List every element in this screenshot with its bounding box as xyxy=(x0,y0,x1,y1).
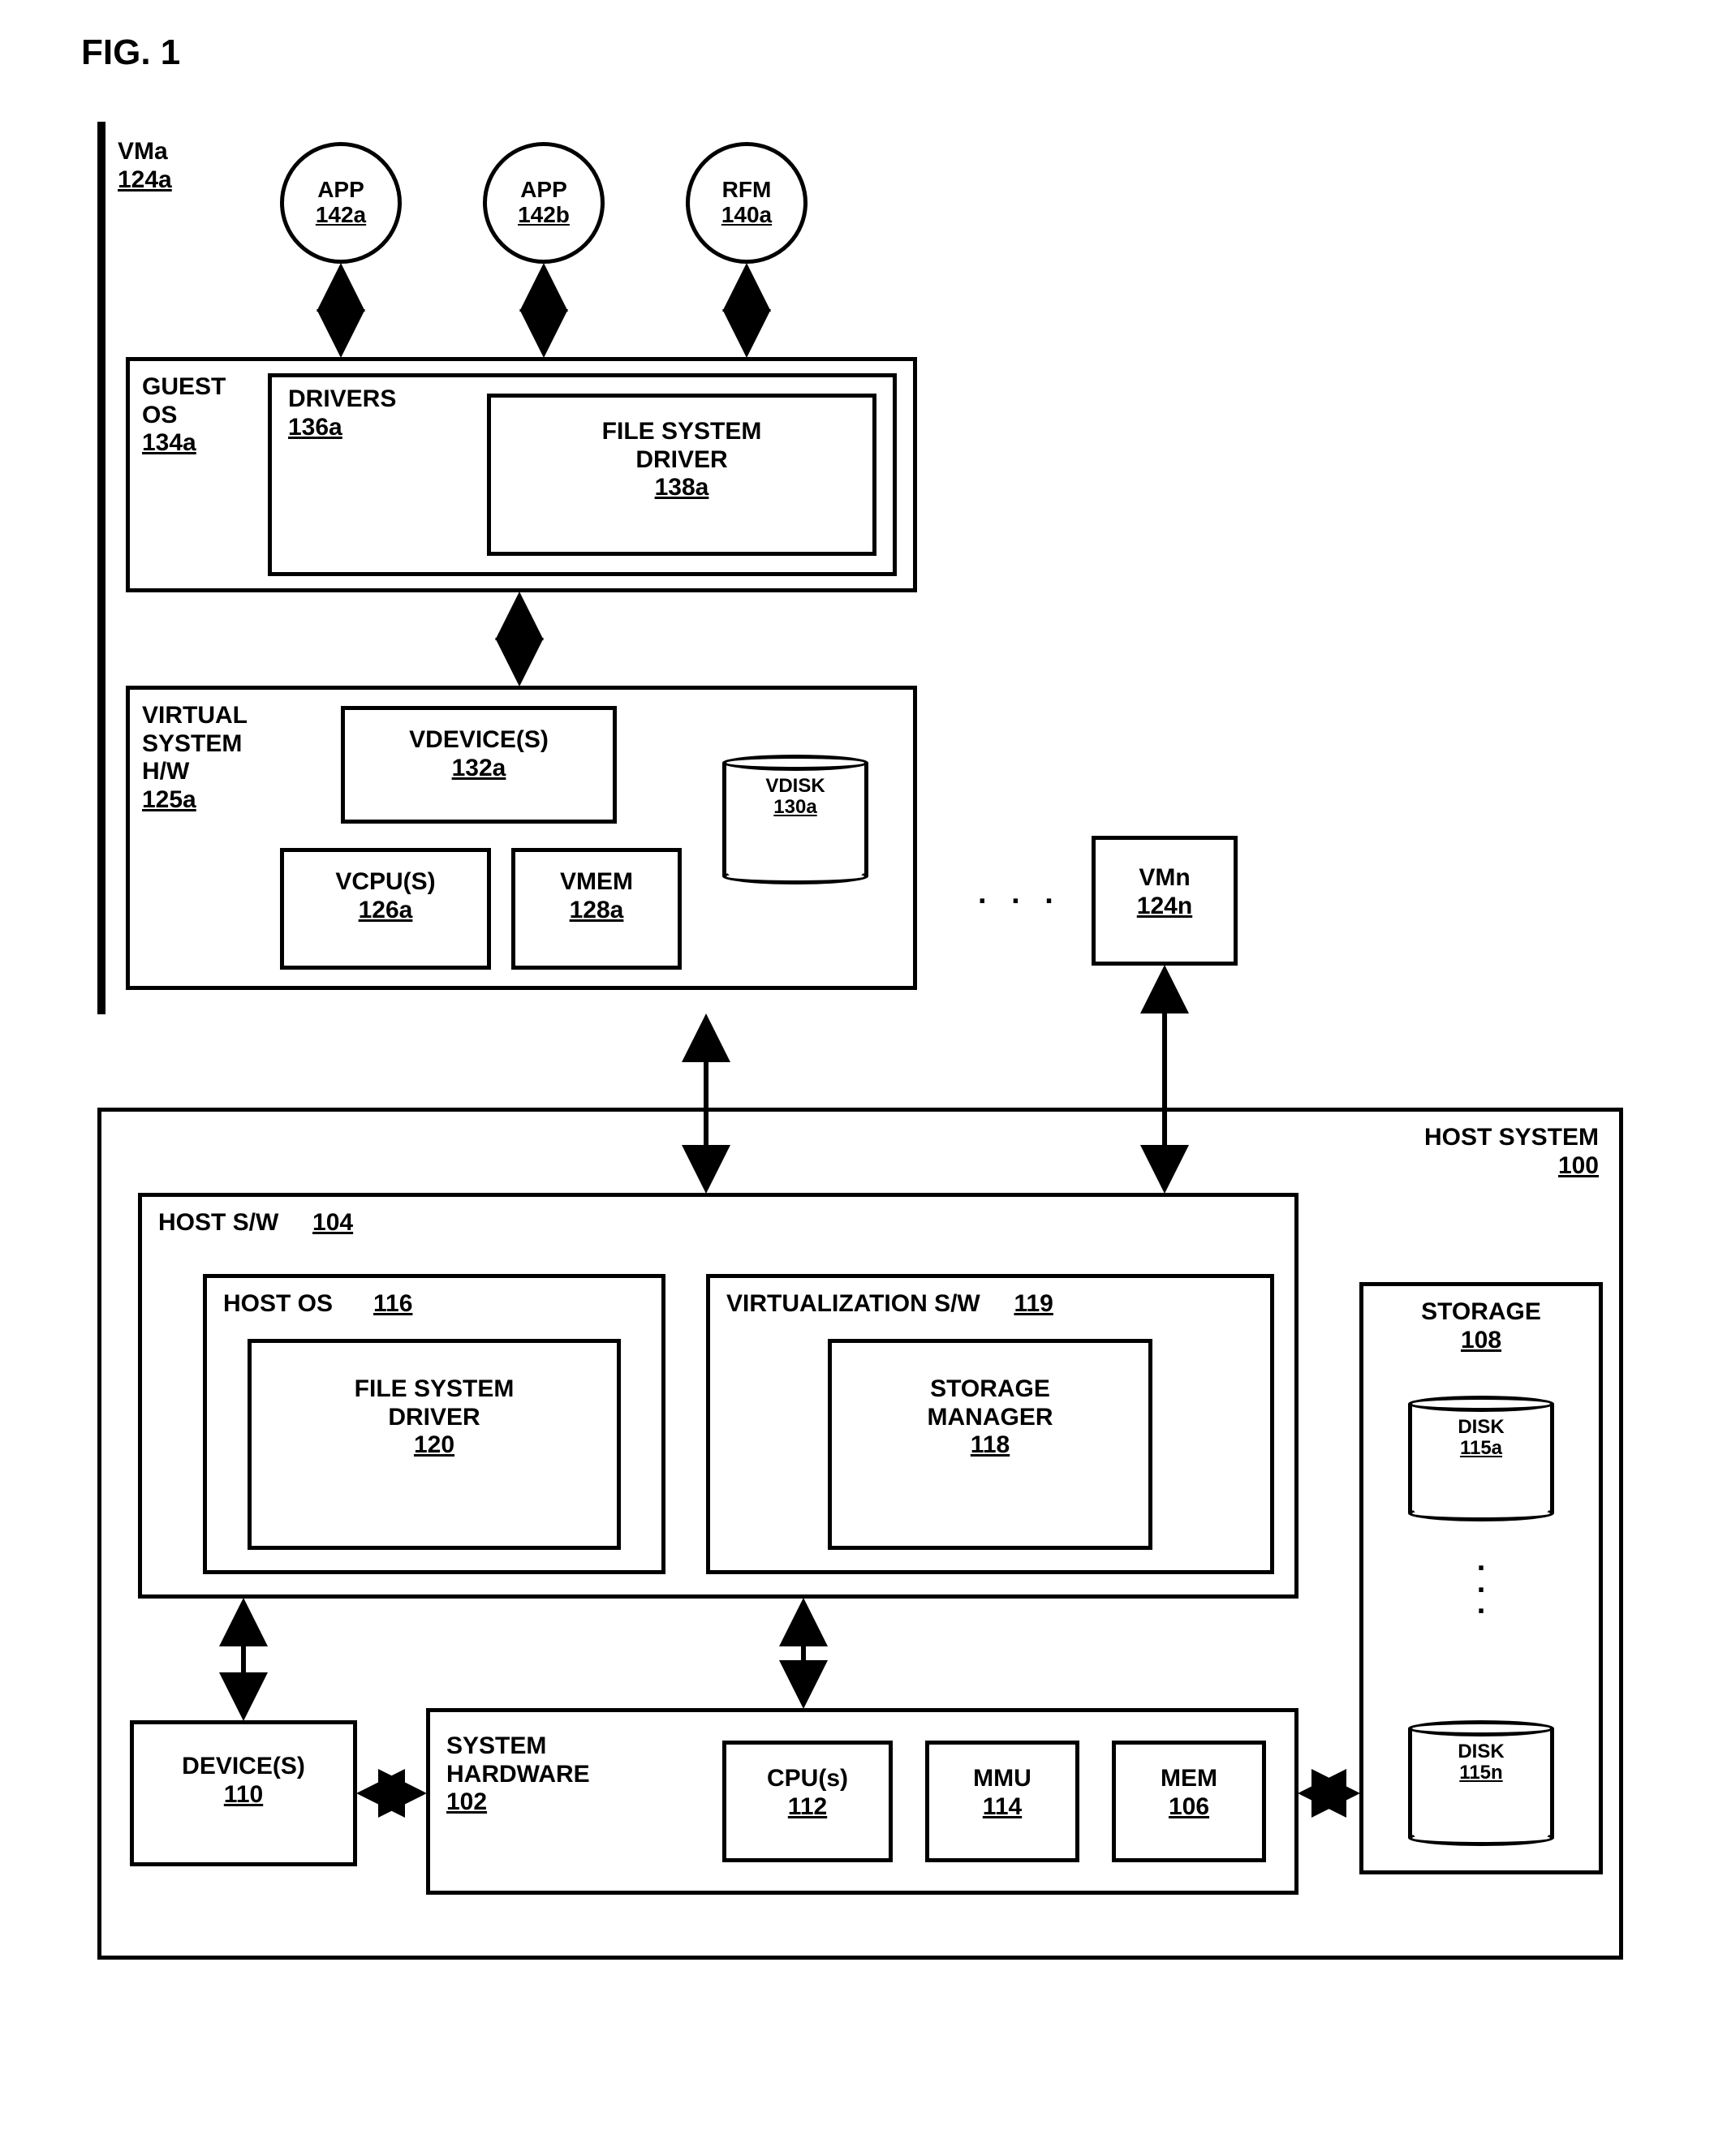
mmu-label: MMU114 xyxy=(925,1765,1079,1821)
host-sw-label: HOST S/W 104 xyxy=(158,1209,353,1237)
fs-driver-host-label: FILE SYSTEMDRIVER120 xyxy=(248,1375,621,1460)
diskn-icon: DISK115n xyxy=(1408,1720,1554,1846)
cpus-label: CPU(s)112 xyxy=(722,1765,893,1821)
disk1-icon: DISK115a xyxy=(1408,1396,1554,1521)
host-os-label: HOST OS 116 xyxy=(223,1290,645,1319)
storage-mgr-label: STORAGEMANAGER118 xyxy=(828,1375,1152,1460)
vsh-label: VIRTUALSYSTEMH/W125a xyxy=(142,702,288,814)
vmn-label: VMn124n xyxy=(1092,864,1238,920)
vmem-label: VMEM128a xyxy=(511,868,682,924)
ellipsis-horizontal: . . . xyxy=(978,876,1062,911)
guest-os-label: GUESTOS134a xyxy=(142,373,256,458)
figure-title: FIG. 1 xyxy=(81,32,1695,73)
storage-label: STORAGE108 xyxy=(1359,1298,1603,1354)
app2-circle: APP142b xyxy=(483,142,605,264)
vma-box xyxy=(97,122,106,1014)
ellipsis-vertical: ... xyxy=(1465,1550,1497,1615)
vdisk-icon: VDISK130a xyxy=(722,755,868,884)
app1-circle: APP142a xyxy=(280,142,402,264)
vdevices-label: VDEVICE(S)132a xyxy=(341,726,617,782)
virt-sw-label: VIRTUALIZATION S/W 119 xyxy=(726,1290,1254,1319)
host-system-label: HOST SYSTEM100 xyxy=(1315,1124,1599,1180)
drivers-label: DRIVERS136a xyxy=(288,385,396,441)
rfm-circle: RFM140a xyxy=(686,142,808,264)
fs-driver-guest-label: FILE SYSTEMDRIVER138a xyxy=(487,418,876,502)
devices-label: DEVICE(S)110 xyxy=(130,1753,357,1809)
mem-label: MEM106 xyxy=(1112,1765,1266,1821)
vma-label: VMa124a xyxy=(118,138,172,194)
diagram-canvas: VMa124a APP142a APP142b RFM140a GUESTOS1… xyxy=(97,122,1639,2029)
sys-hw-label: SYSTEMHARDWARE102 xyxy=(446,1732,690,1817)
vcpus-label: VCPU(S)126a xyxy=(280,868,491,924)
